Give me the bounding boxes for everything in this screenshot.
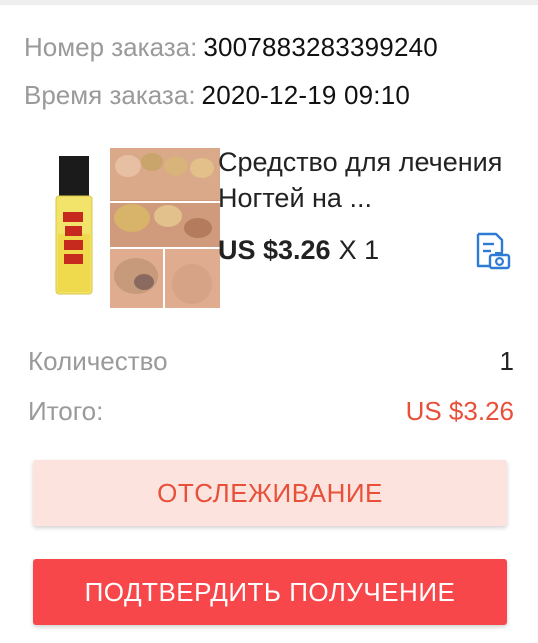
total-row: Итого: US $3.26 bbox=[28, 386, 514, 436]
order-number-row: Номер заказа: 3007883283399240 bbox=[24, 30, 524, 78]
product-photo bbox=[52, 138, 220, 308]
total-value: US $3.26 bbox=[405, 395, 514, 426]
order-summary: Количество 1 Итого: US $3.26 bbox=[28, 336, 514, 436]
product-qty: X 1 bbox=[338, 235, 380, 265]
order-number-value[interactable]: 3007883283399240 bbox=[203, 30, 438, 64]
order-time-value: 2020-12-19 09:10 bbox=[201, 80, 411, 110]
order-meta: Номер заказа: 3007883283399240 Время зак… bbox=[24, 30, 524, 126]
product-card[interactable]: Средство для лечения Ногтей на ... US $3… bbox=[24, 138, 516, 308]
top-divider bbox=[0, 0, 538, 5]
track-button[interactable]: ОТСЛЕЖИВАНИЕ bbox=[33, 460, 507, 526]
product-price: US $3.26 bbox=[218, 235, 331, 265]
product-thumbnail[interactable] bbox=[52, 138, 220, 308]
quantity-row: Количество 1 bbox=[28, 336, 514, 386]
order-number-label: Номер заказа: bbox=[24, 32, 198, 62]
quantity-label: Количество bbox=[28, 345, 168, 376]
confirm-receipt-button[interactable]: ПОДТВЕРДИТЬ ПОЛУЧЕНИЕ bbox=[33, 559, 507, 625]
snapshot-icon[interactable] bbox=[470, 230, 512, 272]
order-time-label: Время заказа: bbox=[24, 80, 196, 110]
product-title[interactable]: Средство для лечения Ногтей на ... bbox=[218, 144, 518, 216]
order-time-row: Время заказа: 2020-12-19 09:10 bbox=[24, 78, 524, 126]
quantity-value: 1 bbox=[499, 345, 514, 376]
price-line: US $3.26 X 1 bbox=[218, 232, 379, 268]
total-label: Итого: bbox=[28, 395, 104, 426]
